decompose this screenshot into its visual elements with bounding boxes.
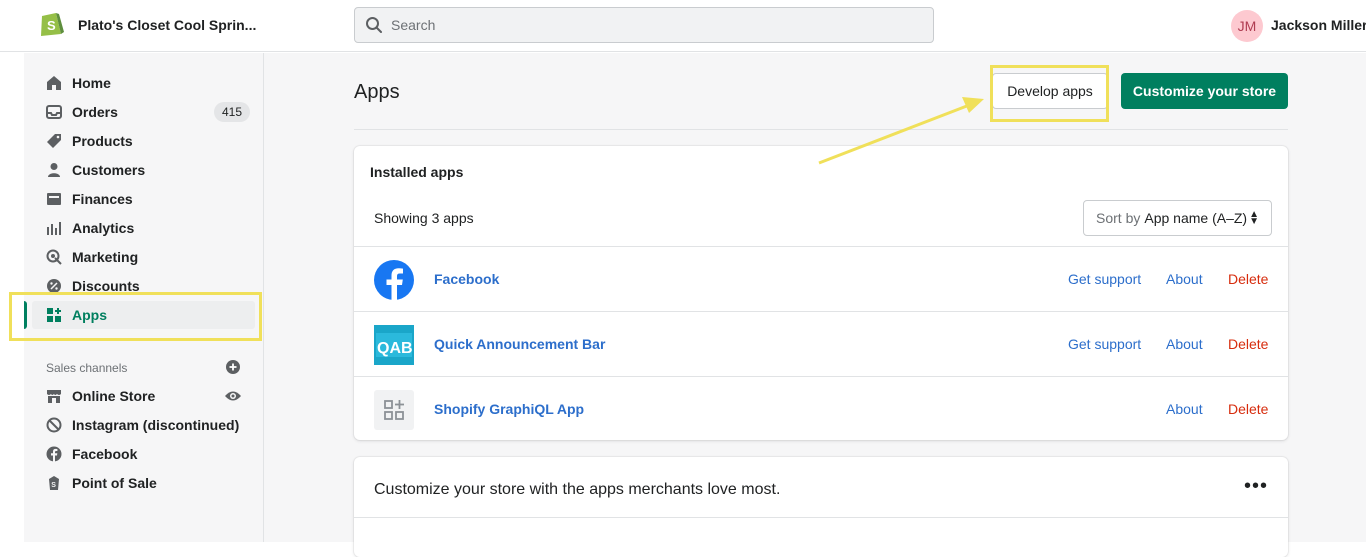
app-row-quick-announcement-bar: QAB Quick Announcement Bar Get support A… xyxy=(354,311,1288,376)
analytics-icon xyxy=(46,220,62,236)
sidebar-item-analytics[interactable]: Analytics xyxy=(46,214,258,242)
person-icon xyxy=(46,162,62,178)
sales-channels-heading: Sales channels xyxy=(46,361,128,375)
sort-prefix: Sort by xyxy=(1096,210,1141,226)
page-title: Apps xyxy=(354,81,400,103)
divider xyxy=(354,517,1288,518)
annotation-highlight-apps xyxy=(9,292,262,341)
facebook-app-icon[interactable] xyxy=(374,260,414,300)
search-icon xyxy=(366,17,382,33)
divider xyxy=(354,129,1288,130)
orders-count-badge: 415 xyxy=(213,102,250,122)
sidebar-item-label: Customers xyxy=(72,162,146,178)
orders-icon xyxy=(46,104,62,120)
sidebar-item-marketing[interactable]: Marketing xyxy=(46,243,258,271)
sidebar-item-finances[interactable]: Finances xyxy=(46,185,258,213)
sidebar-item-label: Home xyxy=(72,75,111,91)
store-name[interactable]: Plato's Closet Cool Sprin... xyxy=(78,17,256,33)
finances-icon xyxy=(46,191,62,207)
app-name-link[interactable]: Shopify GraphiQL App xyxy=(434,401,584,417)
blocked-icon xyxy=(46,417,62,433)
delete-link[interactable]: Delete xyxy=(1228,336,1268,352)
search-input[interactable] xyxy=(391,8,921,42)
sort-select[interactable]: Sort by App name (A–Z) ▲ ▼ xyxy=(1083,200,1272,236)
sidebar-item-home[interactable]: Home xyxy=(46,69,258,97)
about-link[interactable]: About xyxy=(1166,401,1203,417)
eye-icon[interactable] xyxy=(224,389,242,403)
sidebar-item-label: Point of Sale xyxy=(72,475,157,491)
get-support-link[interactable]: Get support xyxy=(1068,336,1141,352)
home-icon xyxy=(46,75,62,91)
showing-count: Showing 3 apps xyxy=(374,210,474,226)
search-bar[interactable] xyxy=(354,7,934,43)
sidebar-item-label: Facebook xyxy=(72,446,138,462)
installed-apps-card: Installed apps Showing 3 apps Sort by Ap… xyxy=(354,146,1288,440)
tag-icon xyxy=(46,133,62,149)
card-title: Customize your store with the apps merch… xyxy=(374,481,781,498)
recommended-apps-card: Customize your store with the apps merch… xyxy=(354,457,1288,557)
marketing-icon xyxy=(46,249,62,265)
select-caret-icon: ▲ ▼ xyxy=(1249,209,1259,227)
sidebar-item-customers[interactable]: Customers xyxy=(46,156,258,184)
about-link[interactable]: About xyxy=(1166,271,1203,287)
annotation-highlight-develop-apps xyxy=(990,65,1109,122)
top-bar: S Plato's Closet Cool Sprin... JM Jackso… xyxy=(0,0,1366,52)
customize-store-button[interactable]: Customize your store xyxy=(1121,73,1288,109)
sidebar-item-facebook[interactable]: Facebook xyxy=(46,440,258,468)
app-row-shopify-graphiql: Shopify GraphiQL App About Delete xyxy=(354,376,1288,441)
avatar[interactable]: JM xyxy=(1231,10,1263,42)
add-channel-icon[interactable] xyxy=(226,360,240,374)
app-row-facebook: Facebook Get support About Delete xyxy=(354,246,1288,311)
delete-link[interactable]: Delete xyxy=(1228,271,1268,287)
svg-text:S: S xyxy=(47,18,56,33)
sidebar-item-instagram[interactable]: Instagram (discontinued) xyxy=(46,411,258,439)
sidebar-item-products[interactable]: Products xyxy=(46,127,258,155)
pos-icon: S xyxy=(46,475,62,491)
svg-text:QAB: QAB xyxy=(377,340,413,357)
sidebar-item-label: Instagram (discontinued) xyxy=(72,417,240,433)
sidebar-item-label: Marketing xyxy=(72,249,139,265)
card-title: Installed apps xyxy=(370,164,464,180)
user-name[interactable]: Jackson Miller xyxy=(1271,17,1366,33)
qab-app-icon[interactable]: QAB xyxy=(374,325,414,365)
sort-value: App name (A–Z) xyxy=(1144,210,1248,226)
get-support-link[interactable]: Get support xyxy=(1068,271,1141,287)
sidebar-item-orders[interactable]: Orders 415 xyxy=(46,98,258,126)
placeholder-app-icon[interactable] xyxy=(374,390,414,430)
store-icon xyxy=(46,388,62,404)
facebook-icon xyxy=(46,446,62,462)
app-name-link[interactable]: Facebook xyxy=(434,271,499,287)
more-actions-icon[interactable]: ••• xyxy=(1244,475,1268,498)
sidebar-item-label: Products xyxy=(72,133,133,149)
main-content: Apps Develop apps Customize your store I… xyxy=(264,53,1366,557)
about-link[interactable]: About xyxy=(1166,336,1203,352)
sidebar-item-label: Finances xyxy=(72,191,133,207)
sidebar-item-point-of-sale[interactable]: S Point of Sale xyxy=(46,469,258,497)
shopify-logo-icon[interactable]: S xyxy=(38,10,64,38)
sidebar-item-label: Analytics xyxy=(72,220,135,236)
sidebar-item-label: Online Store xyxy=(72,388,156,404)
delete-link[interactable]: Delete xyxy=(1228,401,1268,417)
app-name-link[interactable]: Quick Announcement Bar xyxy=(434,336,605,352)
sidebar-item-label: Orders xyxy=(72,104,118,120)
svg-text:S: S xyxy=(51,482,56,489)
